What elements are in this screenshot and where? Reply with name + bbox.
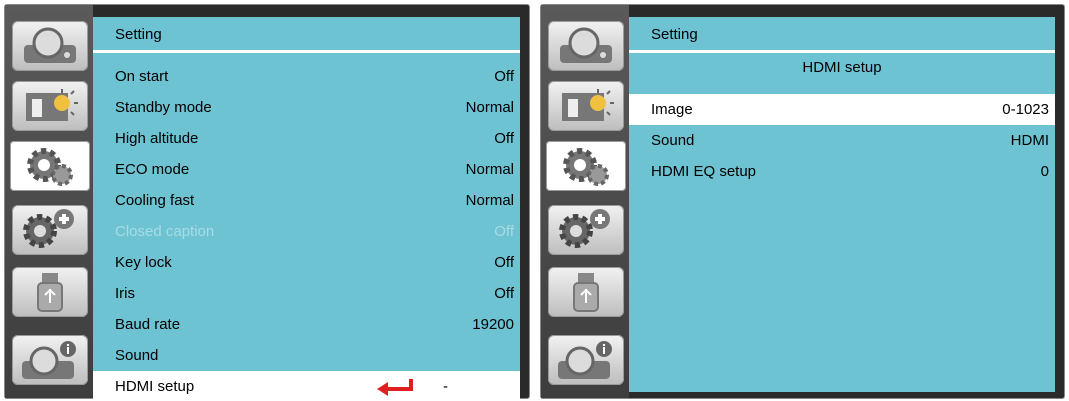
brightness-icon[interactable] [548,81,624,131]
projector-icon[interactable] [548,21,624,71]
menu-item-standby-mode[interactable]: Standby mode Normal [93,92,520,123]
menu-item-high-altitude[interactable]: High altitude Off [93,123,520,154]
hdmi-setup-panel: Setting HDMI setup Image 0-1023 Sound HD… [540,4,1065,399]
projector-info-icon[interactable] [12,335,88,385]
hdmi-menu-content: Setting HDMI setup Image 0-1023 Sound HD… [629,17,1055,392]
menu-item-sound[interactable]: Sound [93,340,520,371]
sidebar [541,5,629,398]
projector-icon[interactable] [12,21,88,71]
menu-item-key-lock[interactable]: Key lock Off [93,247,520,278]
menu-header: Setting [629,17,1055,53]
menu-item-image[interactable]: Image 0-1023 [629,94,1055,125]
menu-item-on-start[interactable]: On start Off [93,61,520,92]
menu-content: Setting On start Off Standby mode Normal… [93,17,520,400]
brightness-icon[interactable] [12,81,88,131]
menu-header: Setting [93,17,520,53]
gears-icon[interactable] [10,141,90,191]
page-title: Setting [115,26,162,43]
page-title: Setting [651,26,698,43]
submenu-title: HDMI setup [802,59,882,76]
gears-plus-icon[interactable] [12,205,88,255]
sidebar [5,5,93,398]
menu-item-cooling-fast[interactable]: Cooling fast Normal [93,185,520,216]
menu-item-iris[interactable]: Iris Off [93,278,520,309]
usb-icon[interactable] [12,267,88,317]
enter-arrow-icon [377,379,413,396]
setting-panel-left: Setting On start Off Standby mode Normal… [4,4,530,400]
menu-item-hdmi-eq-setup[interactable]: HDMI EQ setup 0 [629,156,1055,187]
usb-icon[interactable] [548,267,624,317]
menu-item-hdmi-setup[interactable]: HDMI setup - [93,371,520,400]
menu-item-closed-caption: Closed caption Off [115,223,514,240]
gears-plus-icon[interactable] [548,205,624,255]
gears-icon[interactable] [546,141,626,191]
menu-item-baud-rate[interactable]: Baud rate 19200 [93,309,520,340]
projector-info-icon[interactable] [548,335,624,385]
menu-item-eco-mode[interactable]: ECO mode Normal [93,154,520,185]
menu-item-sound[interactable]: Sound HDMI [629,125,1055,156]
